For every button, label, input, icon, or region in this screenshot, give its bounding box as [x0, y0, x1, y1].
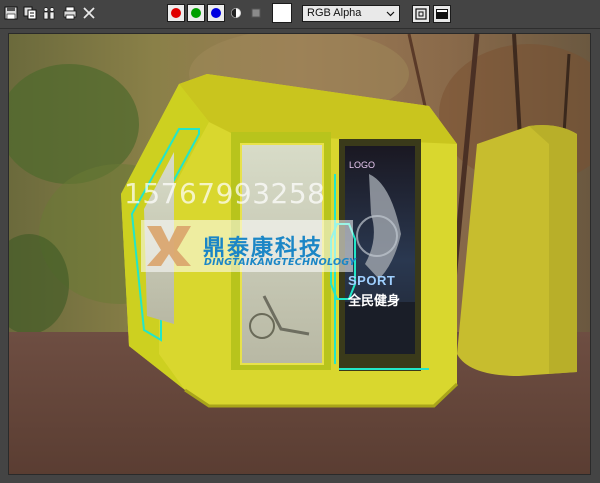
red-dot-icon — [171, 8, 181, 18]
close-icon[interactable] — [82, 6, 96, 20]
render-viewport: 15767993258 鼎泰康科技 DINGTAIKANGTECHNOLOGY … — [8, 33, 591, 475]
chevron-down-icon — [386, 11, 395, 17]
channel-display-value: RGB Alpha — [307, 7, 362, 19]
clone-icon[interactable] — [23, 6, 37, 20]
blue-channel-button[interactable] — [207, 4, 225, 22]
display-alpha-button[interactable] — [433, 5, 451, 23]
alpha-channel-icon[interactable] — [229, 6, 243, 20]
color-swatch[interactable] — [272, 3, 292, 23]
blue-dot-icon — [211, 8, 221, 18]
watermark-brand-en: DINGTAIKANGTECHNOLOGY — [204, 257, 357, 268]
poster-slogan-text: 全民健身 — [348, 294, 401, 309]
toggle-ui-overlay-button[interactable] — [412, 5, 430, 23]
print-icon[interactable] — [63, 6, 77, 20]
green-channel-button[interactable] — [187, 4, 205, 22]
red-channel-button[interactable] — [167, 4, 185, 22]
green-dot-icon — [191, 8, 201, 18]
people-icon[interactable] — [42, 6, 56, 20]
save-icon[interactable] — [4, 6, 18, 20]
channel-display-dropdown[interactable]: RGB Alpha — [302, 5, 400, 22]
monochrome-icon[interactable] — [249, 6, 263, 20]
poster-logo-text: LOGO — [349, 160, 376, 170]
poster-sport-text: SPORT — [348, 273, 396, 288]
watermark-phone: 15767993258 — [124, 177, 326, 210]
render-frame-toolbar: RGB Alpha — [0, 0, 600, 29]
